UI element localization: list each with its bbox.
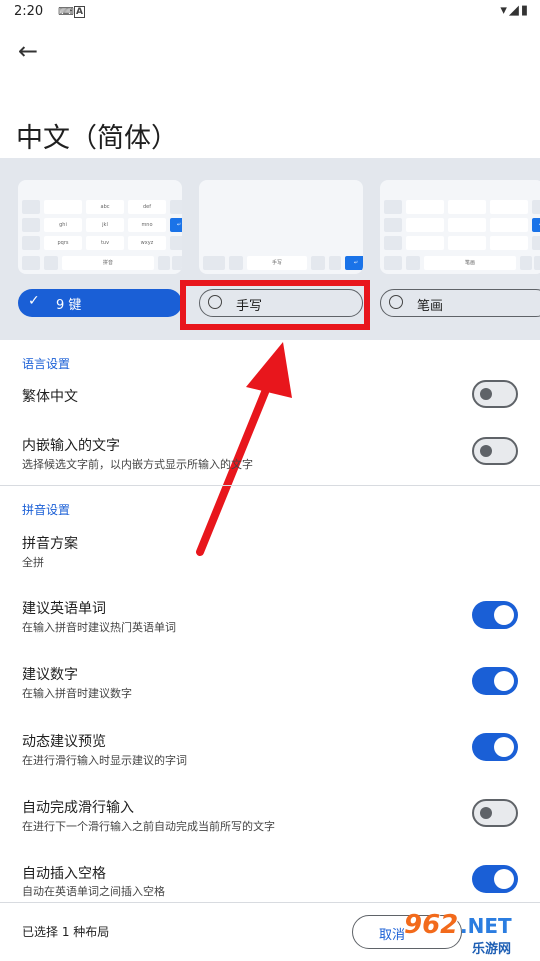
setting-numbers-subtitle: 在输入拼音时建议数字 [22,687,132,700]
setting-preview-subtitle: 在进行滑行输入时显示建议的字词 [22,754,187,767]
toggle-suggest-english[interactable] [472,601,518,629]
setting-space-subtitle: 自动在英语单词之间插入空格 [22,885,165,898]
setting-autocomplete-subtitle: 在进行下一个滑行输入之前自动完成当前所写的文字 [22,820,275,833]
setting-traditional-title: 繁体中文 [22,389,78,405]
setting-english-subtitle: 在输入拼音时建议热门英语单词 [22,621,176,634]
toggle-inline-text[interactable] [472,437,518,465]
toggle-auto-space[interactable] [472,865,518,893]
setting-numbers-title: 建议数字 [22,667,78,683]
toggle-autocomplete-glide[interactable] [472,799,518,827]
setting-inline-title: 内嵌输入的文字 [22,438,120,454]
selected-count: 已选择 1 种布局 [22,925,110,939]
setting-scheme-title[interactable]: 拼音方案 [22,533,78,553]
section-divider [0,485,540,486]
watermark-logo: 962 .NET 乐游网 [404,910,512,957]
setting-scheme-value: 全拼 [22,556,44,569]
section-header-language: 语言设置 [22,357,71,371]
toggle-dynamic-preview[interactable] [472,733,518,761]
toggle-suggest-numbers[interactable] [472,667,518,695]
section-header-pinyin: 拼音设置 [22,503,71,517]
toggle-traditional-chinese[interactable] [472,380,518,408]
setting-inline-subtitle: 选择候选文字前，以内嵌方式显示所输入的文字 [22,458,253,471]
setting-preview-title: 动态建议预览 [22,734,106,750]
setting-space-title: 自动插入空格 [22,866,106,882]
setting-autocomplete-title: 自动完成滑行输入 [22,800,134,816]
setting-english-title: 建议英语单词 [22,601,106,617]
